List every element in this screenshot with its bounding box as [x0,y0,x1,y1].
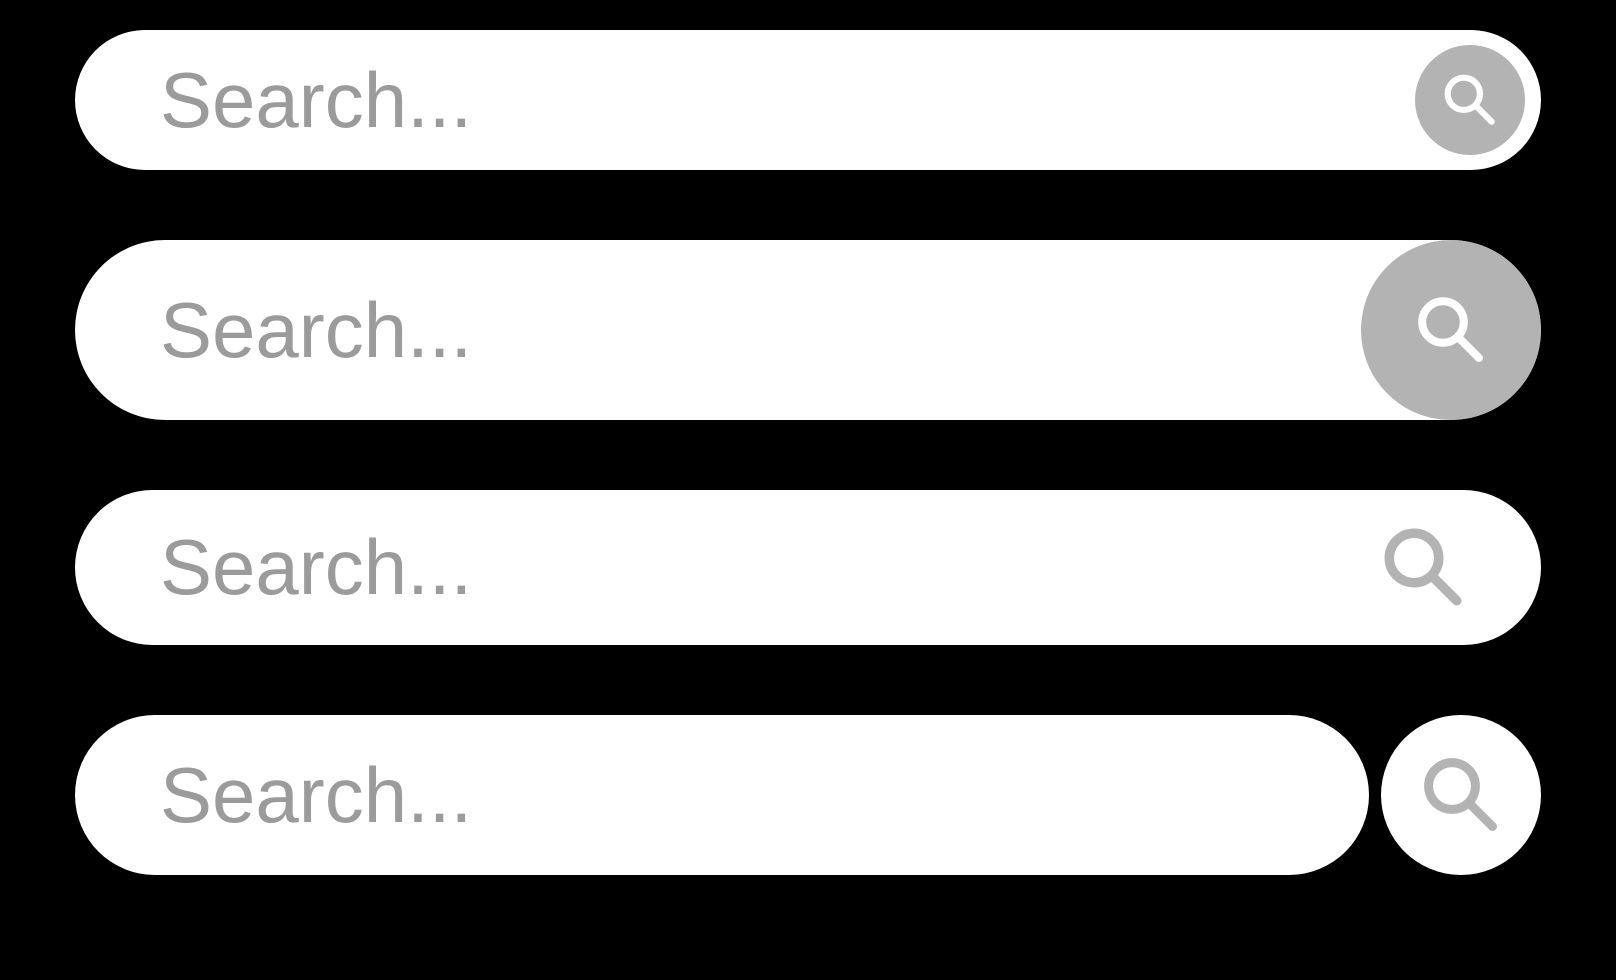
search-button-4[interactable] [1381,715,1541,875]
search-icon [1376,520,1471,615]
search-bar-1 [75,30,1541,170]
search-bar-3 [75,490,1541,645]
search-icon [1416,750,1506,840]
search-button-3[interactable] [1376,520,1471,615]
search-input-2[interactable] [160,285,1361,376]
search-bar-2 [75,240,1541,420]
search-icon [1411,290,1491,370]
search-bar-4 [75,715,1369,875]
search-input-3[interactable] [160,522,1376,613]
search-button-1[interactable] [1415,45,1525,155]
search-bar-4-row [75,715,1541,875]
search-icon [1439,69,1501,131]
search-button-2[interactable] [1361,240,1541,420]
search-input-1[interactable] [160,55,1415,146]
search-input-4[interactable] [160,750,1329,841]
